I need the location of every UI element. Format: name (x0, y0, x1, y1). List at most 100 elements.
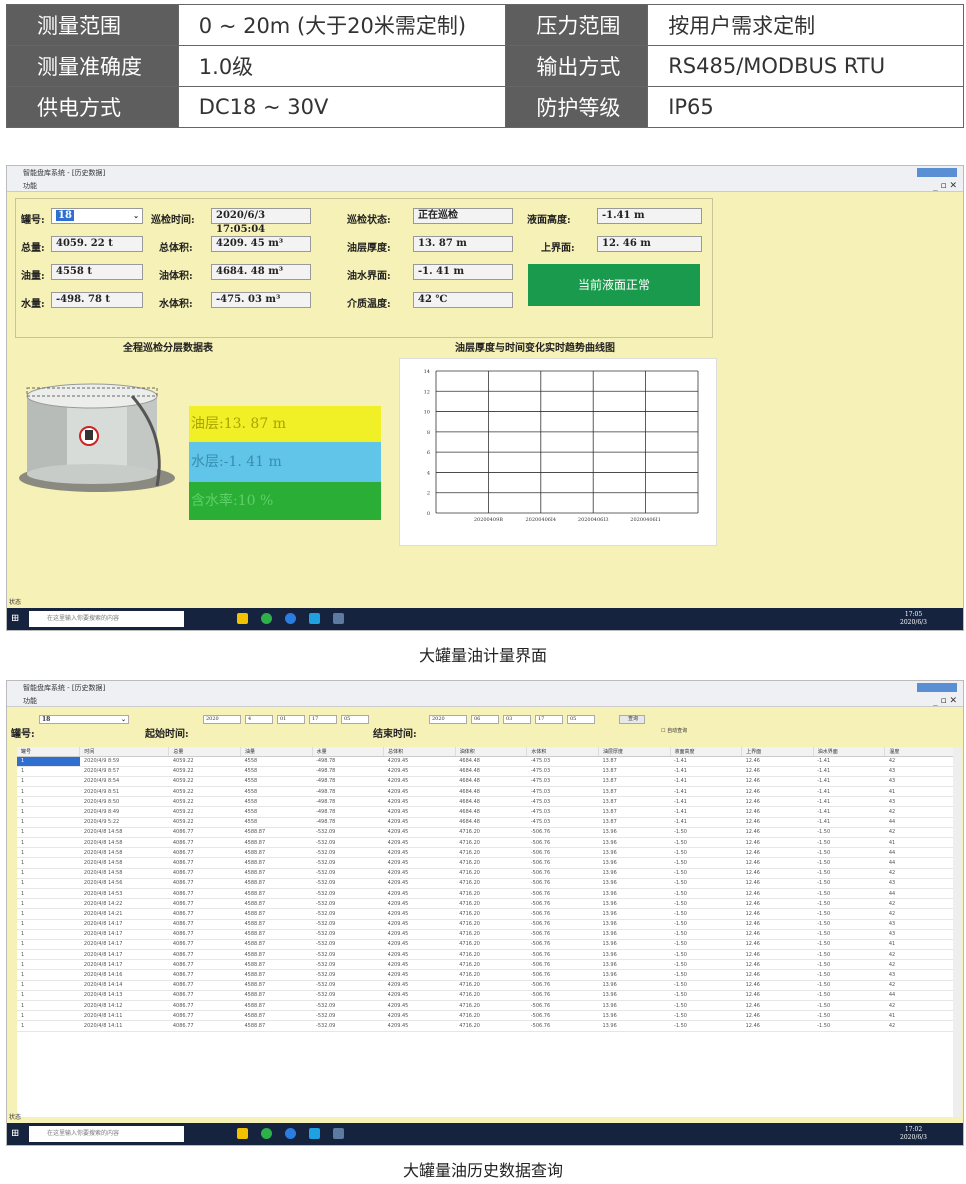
time-select[interactable]: 4 (245, 715, 273, 724)
mdi-controls[interactable]: _ ▫ ✕ (933, 695, 957, 707)
table-row[interactable]: 1 2020/4/8 14:11 4086.77 4588.87 -532.09 4209… (17, 1020, 957, 1032)
column-header[interactable]: 液面高度 (670, 747, 743, 757)
table-row[interactable]: 1 2020/4/8 14:17 4086.77 4588.87 -532.09 4209… (17, 929, 957, 940)
table-row[interactable]: 1 2020/4/8 14:11 4086.77 4588.87 -532.09 4209… (17, 1010, 957, 1022)
table-cell: 2020/4/9 8:54 (79, 776, 169, 788)
chrome-icon[interactable] (261, 1128, 272, 1139)
menu-function[interactable]: 功能 (23, 182, 37, 190)
table-row[interactable]: 1 2020/4/8 14:13 4086.77 4588.87 -532.09 4209… (17, 990, 957, 1002)
table-row[interactable]: 1 2020/4/8 14:53 4086.77 4588.87 -532.09 4209… (17, 888, 957, 900)
table-row[interactable]: 1 2020/4/9 8:54 4059.22 4558 -498.78 4209.45 4… (17, 776, 957, 788)
table-row[interactable]: 1 2020/4/9 8:51 4059.22 4558 -498.78 4209.45 4… (17, 786, 957, 798)
table-row[interactable]: 1 2020/4/9 8:49 4059.22 4558 -498.78 4209.45 4… (17, 806, 957, 818)
column-header[interactable]: 油层厚度 (598, 747, 671, 757)
column-header[interactable]: 油量 (240, 747, 313, 757)
column-header[interactable]: 温度 (884, 747, 957, 757)
table-cell: 13.96 (598, 868, 671, 879)
time-select[interactable]: 06 (471, 715, 499, 724)
chrome-icon[interactable] (261, 613, 272, 624)
table-row[interactable]: 1 2020/4/9 8:57 4059.22 4558 -498.78 4209.45 4… (17, 766, 957, 777)
column-header[interactable]: 上界面 (741, 747, 814, 757)
menu-function[interactable]: 功能 (23, 697, 37, 705)
time-select[interactable]: 2020 (203, 715, 241, 724)
table-cell: 13.96 (598, 969, 671, 981)
column-header[interactable]: 总体积 (383, 747, 456, 757)
time-select[interactable]: 05 (341, 715, 369, 724)
table-cell: 12.46 (741, 786, 814, 798)
column-header[interactable]: 罐号 (17, 747, 81, 757)
column-header[interactable]: 时间 (79, 747, 170, 757)
clock[interactable]: 17:02 2020/6/3 (900, 1126, 927, 1142)
table-row[interactable]: 1 2020/4/8 14:58 4086.77 4588.87 -532.09 4209… (17, 857, 957, 869)
windows-start-icon[interactable]: ⊞ (11, 1128, 22, 1139)
app-icon[interactable] (309, 1128, 320, 1139)
edge-icon[interactable] (285, 1128, 296, 1139)
table-cell: 4209.45 (383, 817, 456, 828)
time-select[interactable]: 01 (277, 715, 305, 724)
table-row[interactable]: 1 2020/4/8 14:17 4086.77 4588.87 -532.09 4209… (17, 949, 957, 961)
time-select[interactable]: 17 (309, 715, 337, 724)
table-row[interactable]: 1 2020/4/8 14:17 4086.77 4588.87 -532.09 4209… (17, 959, 957, 971)
table-row[interactable]: 1 2020/4/8 14:22 4086.77 4588.87 -532.09 4209… (17, 898, 957, 910)
table-row[interactable]: 1 2020/4/8 14:17 4086.77 4588.87 -532.09 4209… (17, 939, 957, 951)
table-cell: -498.78 (312, 796, 384, 808)
table-cell: 4716.20 (455, 929, 527, 940)
time-select[interactable]: 17 (535, 715, 563, 724)
tank-no-select[interactable]: 18 ⌄ (51, 208, 143, 224)
tank-select[interactable]: 18 ⌄ (39, 715, 129, 724)
table-cell: -532.09 (312, 908, 384, 920)
table-cell: -1.50 (813, 837, 885, 849)
table-row[interactable]: 1 2020/4/8 14:58 4086.77 4588.87 -532.09 4209… (17, 827, 957, 839)
table-row[interactable]: 1 2020/4/8 14:16 4086.77 4588.87 -532.09 4209… (17, 969, 957, 981)
column-header[interactable]: 油体积 (455, 747, 528, 757)
app-icon-2[interactable] (333, 1128, 344, 1139)
table-row[interactable]: 1 2020/4/9 8:50 4059.22 4558 -498.78 4209.45 4… (17, 796, 957, 808)
edge-icon[interactable] (285, 613, 296, 624)
table-row[interactable]: 1 2020/4/8 14:58 4086.77 4588.87 -532.09 4209… (17, 868, 957, 879)
table-cell: 4684.48 (455, 766, 527, 777)
table-cell: -1.50 (670, 827, 742, 839)
column-header[interactable]: 水体积 (526, 747, 599, 757)
taskbar-search[interactable]: 在这里输入你要搜索的内容 (29, 1126, 184, 1142)
column-header[interactable]: 油水界面 (813, 747, 886, 757)
explorer-icon[interactable] (237, 613, 248, 624)
window-title: 智能盘库系统 - [历史数据] (7, 166, 963, 180)
app-icon[interactable] (309, 613, 320, 624)
column-header[interactable]: 总量 (168, 747, 241, 757)
table-row[interactable]: 1 2020/4/8 14:58 4086.77 4588.87 -532.09 4209… (17, 837, 957, 849)
table-row[interactable]: 1 2020/4/8 14:56 4086.77 4588.87 -532.09 4209… (17, 878, 957, 889)
mdi-controls[interactable]: _ ▫ ✕ (933, 180, 957, 192)
time-select[interactable]: 05 (567, 715, 595, 724)
table-row[interactable]: 1 2020/4/8 14:12 4086.77 4588.87 -532.09 4209… (17, 1000, 957, 1012)
window-controls[interactable] (917, 683, 957, 692)
clock[interactable]: 17:05 2020/6/3 (900, 611, 927, 627)
table-cell: 12.46 (741, 990, 814, 1002)
table-row[interactable]: 1 2020/4/8 14:58 4086.77 4588.87 -532.09 4209… (17, 847, 957, 859)
table-cell: -506.76 (526, 980, 599, 991)
menu-bar[interactable]: 功能 (7, 180, 963, 192)
windows-start-icon[interactable]: ⊞ (11, 613, 22, 624)
window-controls[interactable] (917, 168, 957, 177)
spec-value: DC18 ~ 30V (177, 86, 507, 128)
table-cell: 4684.48 (455, 796, 527, 808)
time-select[interactable]: 2020 (429, 715, 467, 724)
vertical-scrollbar[interactable] (953, 747, 961, 1117)
table-cell: 12.46 (741, 756, 814, 767)
column-header[interactable]: 水量 (312, 747, 385, 757)
table-cell: 2020/4/8 14:17 (79, 929, 169, 940)
table-cell: 4209.45 (383, 827, 456, 839)
time-select[interactable]: 03 (503, 715, 531, 724)
table-row[interactable]: 1 2020/4/9 5:22 4059.22 4558 -498.78 4209.45 4… (17, 817, 957, 828)
table-row[interactable]: 1 2020/4/8 14:17 4086.77 4588.87 -532.09 4209… (17, 919, 957, 930)
menu-bar[interactable]: 功能 (7, 695, 963, 707)
explorer-icon[interactable] (237, 1128, 248, 1139)
table-row[interactable]: 1 2020/4/9 8:59 4059.22 4558 -498.78 4209.45 4… (17, 756, 957, 767)
query-button[interactable]: 查询 (619, 715, 645, 724)
table-row[interactable]: 1 2020/4/8 14:21 4086.77 4588.87 -532.09 4209… (17, 908, 957, 920)
total-vol-value: 4209. 45 m³ (211, 236, 311, 252)
taskbar-search[interactable]: 在这里输入你要搜索的内容 (29, 611, 184, 627)
water-mass-label: 水量: (21, 299, 45, 310)
auto-query-checkbox[interactable]: ☐ 自动查询 (661, 727, 687, 734)
table-row[interactable]: 1 2020/4/8 14:14 4086.77 4588.87 -532.09 4209… (17, 980, 957, 991)
app-icon-2[interactable] (333, 613, 344, 624)
